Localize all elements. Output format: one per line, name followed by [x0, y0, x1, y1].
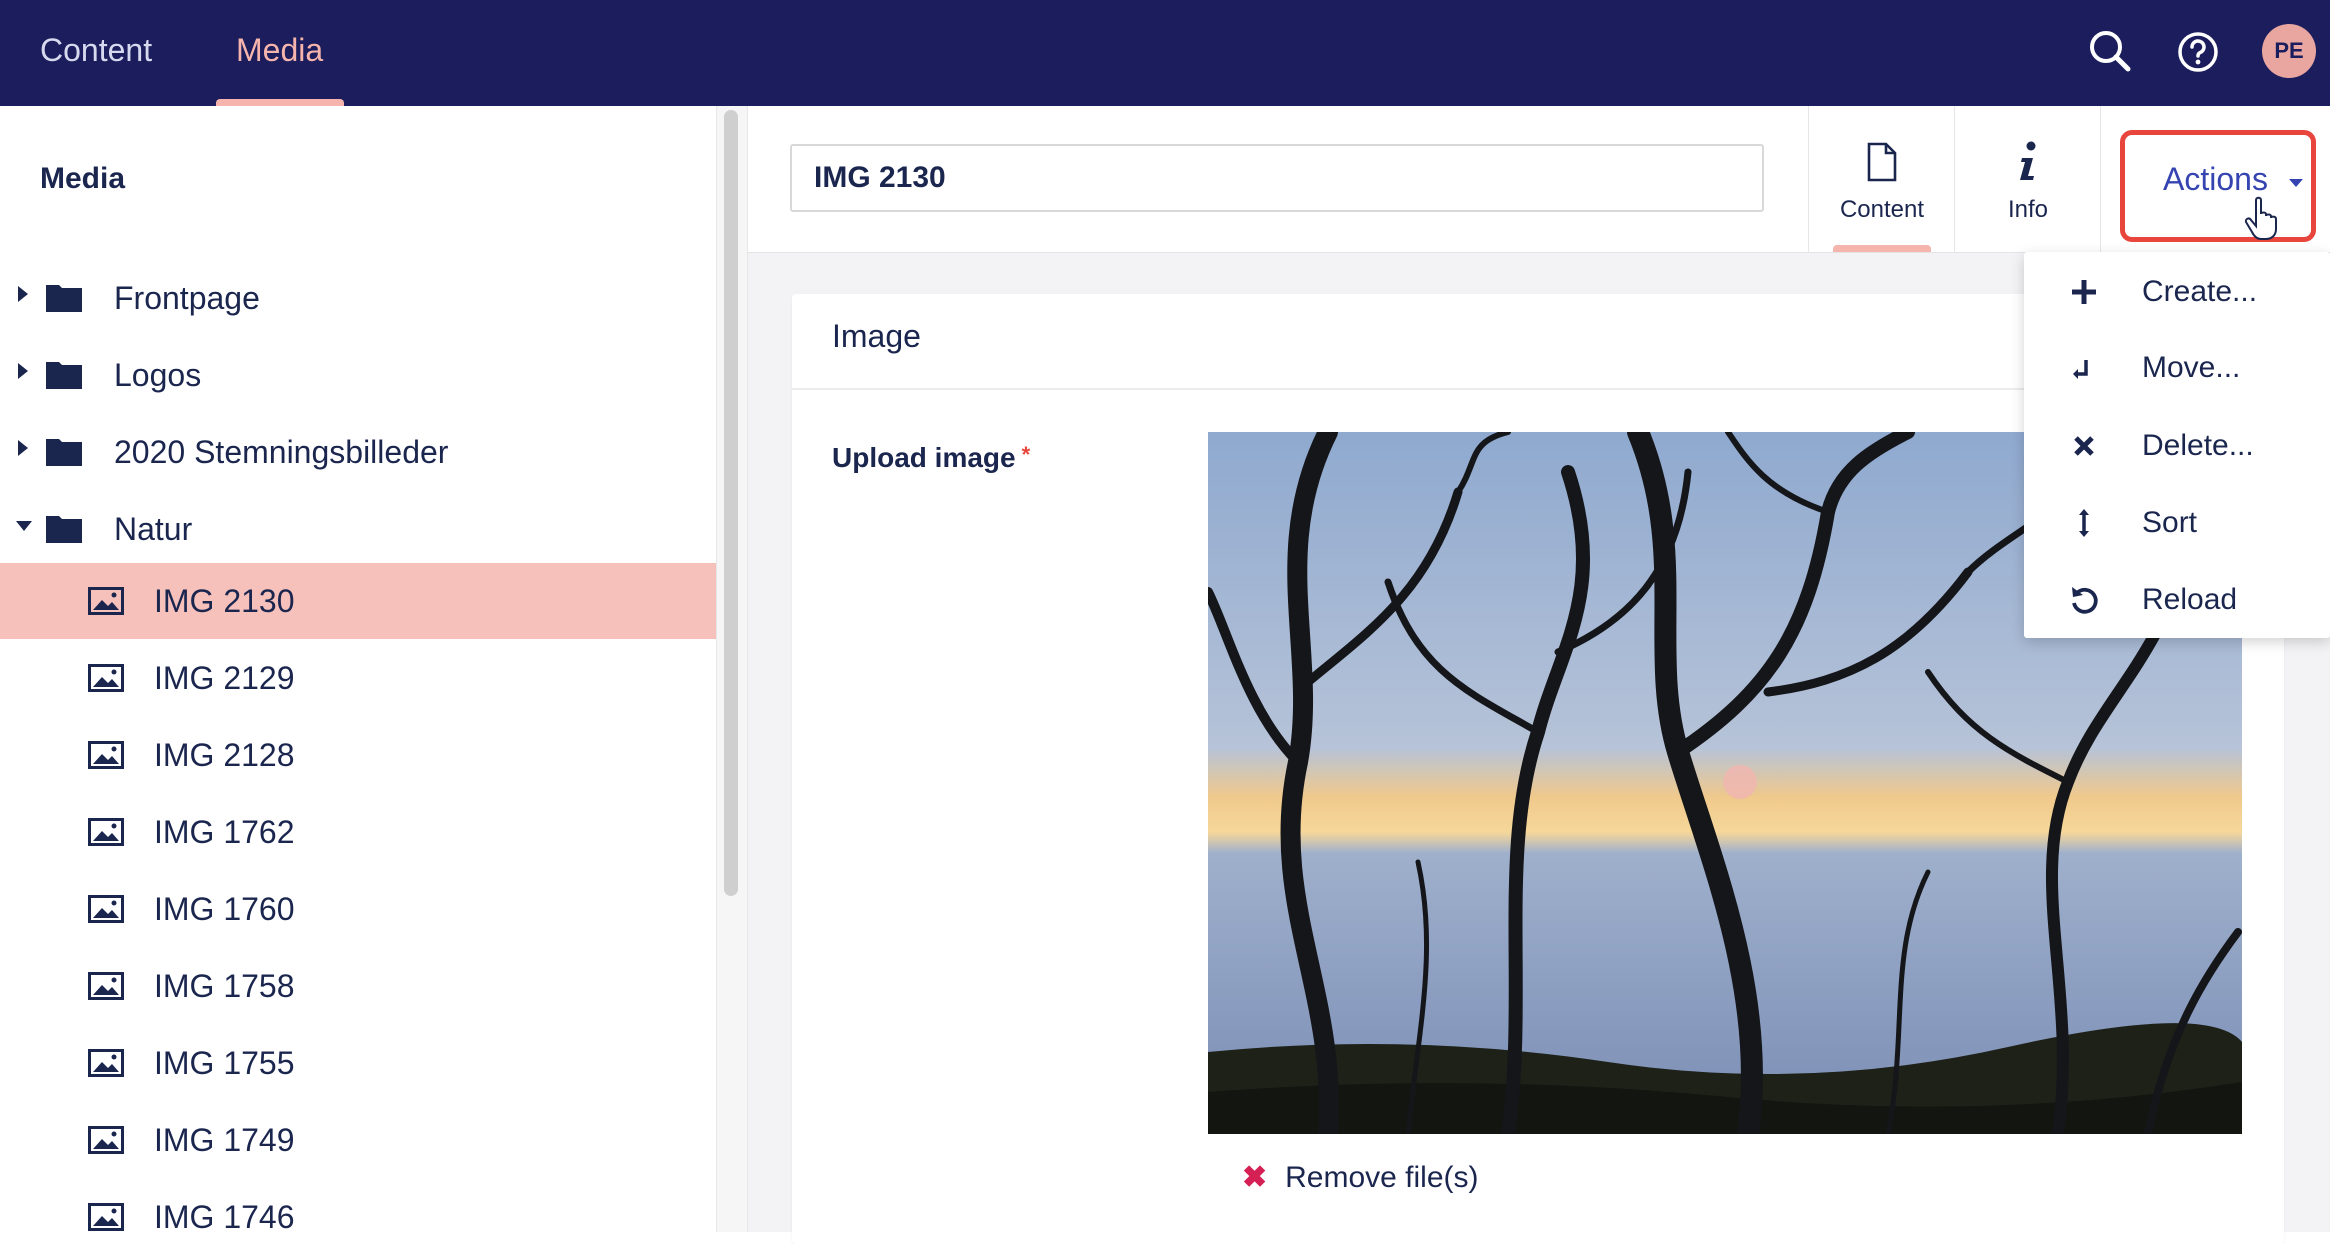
tree-folder-natur[interactable]: Natur — [0, 491, 716, 567]
tree-label: IMG 1749 — [154, 1122, 295, 1158]
folder-icon — [46, 285, 82, 312]
topnav-media[interactable]: Media — [236, 0, 323, 106]
actions-label: Actions — [2163, 161, 2268, 197]
menu-item-delete[interactable]: Delete... — [2024, 408, 2330, 484]
tab-content[interactable]: Content — [1808, 106, 1955, 252]
tree-item-img-2130[interactable]: IMG 2130 — [0, 563, 716, 639]
topnav-content[interactable]: Content — [40, 0, 152, 106]
image-icon — [88, 587, 124, 615]
menu-item-label: Reload — [2142, 583, 2238, 616]
caret-down-icon[interactable] — [16, 521, 32, 531]
remove-label: Remove file(s) — [1285, 1161, 1479, 1194]
reload-icon — [2072, 587, 2098, 614]
menu-item-reload[interactable]: Reload — [2024, 562, 2330, 638]
image-icon — [88, 1049, 124, 1077]
panel-title: Image — [832, 318, 921, 354]
name-input[interactable] — [790, 144, 1764, 212]
tree-folder-frontpage[interactable]: Frontpage — [0, 260, 716, 336]
tree-label: Logos — [114, 357, 202, 393]
caret-right-icon[interactable] — [18, 440, 28, 456]
remove-x-icon: ✖ — [1242, 1161, 1268, 1194]
folder-icon — [46, 362, 82, 389]
tree-label: IMG 1758 — [154, 968, 295, 1004]
tab-info[interactable]: Info — [1954, 106, 2101, 252]
top-bar: Content Media PE — [0, 0, 2330, 106]
info-icon — [2020, 141, 2036, 180]
sidebar-scroll-thumb[interactable] — [724, 110, 738, 896]
tab-label: Content — [1839, 196, 1925, 223]
topnav-active-indicator — [216, 99, 344, 106]
tree-folder-stemningsbilleder[interactable]: 2020 Stemningsbilleder — [0, 414, 716, 490]
document-icon — [1867, 142, 1897, 182]
tree-item-img-1749[interactable]: IMG 1749 — [0, 1102, 716, 1178]
plus-icon — [2072, 280, 2096, 304]
tree-label: IMG 1746 — [154, 1199, 295, 1232]
delete-icon — [2074, 436, 2094, 456]
field-label-text: Upload image — [832, 442, 1016, 473]
tree-item-img-2129[interactable]: IMG 2129 — [0, 640, 716, 716]
actions-button[interactable]: Actions — [2120, 130, 2316, 242]
menu-item-create[interactable]: Create... — [2024, 254, 2330, 330]
tree-item-img-1755[interactable]: IMG 1755 — [0, 1025, 716, 1101]
caret-down-icon — [2289, 179, 2303, 187]
folder-icon — [46, 439, 82, 466]
tree-item-img-1762[interactable]: IMG 1762 — [0, 794, 716, 870]
tree-label: IMG 1755 — [154, 1045, 295, 1081]
tree-label: IMG 2130 — [154, 583, 295, 619]
menu-item-label: Delete... — [2142, 429, 2254, 462]
tree-label: Natur — [114, 511, 193, 547]
image-icon — [88, 818, 124, 846]
tree-item-img-1760[interactable]: IMG 1760 — [0, 871, 716, 947]
menu-item-label: Create... — [2142, 275, 2258, 308]
tree-label: IMG 2128 — [154, 737, 295, 773]
upload-image-label: Upload image * — [832, 442, 1030, 474]
sidebar: Media Frontpage Logos 2020 Stemningsbill… — [0, 106, 716, 1232]
move-icon — [2073, 360, 2088, 379]
sidebar-title: Media — [40, 162, 126, 195]
tab-active-indicator — [1833, 245, 1931, 252]
tree-folder-logos[interactable]: Logos — [0, 337, 716, 413]
required-marker: * — [1021, 442, 1031, 467]
menu-item-sort[interactable]: Sort — [2024, 485, 2330, 561]
tree-item-img-1746[interactable]: IMG 1746 — [0, 1179, 716, 1232]
image-icon — [88, 1126, 124, 1154]
image-icon — [88, 895, 124, 923]
menu-item-label: Sort — [2142, 506, 2198, 539]
image-icon — [88, 972, 124, 1000]
folder-icon — [46, 516, 82, 543]
hand-cursor-icon — [2244, 196, 2277, 240]
caret-right-icon[interactable] — [18, 286, 28, 302]
tree-label: IMG 1760 — [154, 891, 295, 927]
tree-item-img-2128[interactable]: IMG 2128 — [0, 717, 716, 793]
tree-label: IMG 2129 — [154, 660, 295, 696]
image-icon — [88, 741, 124, 769]
sort-icon — [2079, 509, 2089, 537]
image-icon — [88, 1203, 124, 1231]
tree-item-img-1758[interactable]: IMG 1758 — [0, 948, 716, 1024]
tree-label: IMG 1762 — [154, 814, 295, 850]
tree-label: 2020 Stemningsbilleder — [114, 434, 449, 470]
menu-item-label: Move... — [2142, 351, 2241, 384]
caret-right-icon[interactable] — [18, 363, 28, 379]
search-icon[interactable] — [2084, 26, 2136, 78]
tab-label: Info — [2007, 196, 2049, 223]
help-icon[interactable] — [2172, 26, 2224, 78]
remove-files-button[interactable]: ✖ Remove file(s) — [1242, 1160, 1479, 1195]
avatar[interactable]: PE — [2262, 24, 2316, 78]
tree-label: Frontpage — [114, 280, 260, 316]
image-icon — [88, 664, 124, 692]
menu-item-move[interactable]: Move... — [2024, 330, 2330, 406]
